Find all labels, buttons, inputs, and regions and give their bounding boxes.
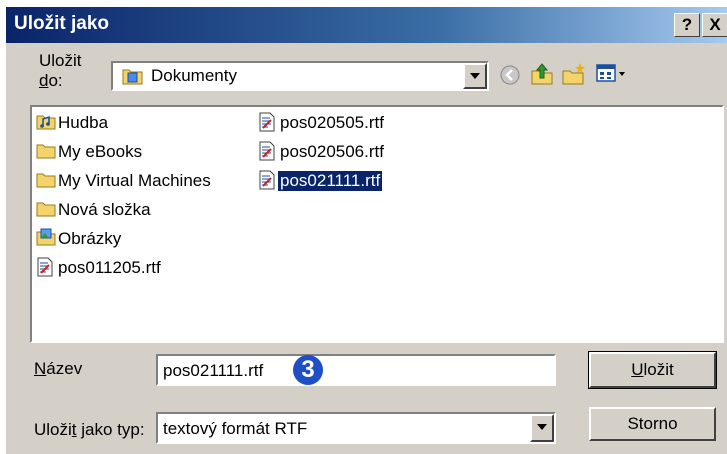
folder-icon [36,199,56,222]
location-label-line1: Uložit [39,51,82,70]
filetype-label: Uložit jako typ: [34,420,145,440]
step-3-badge: 3 [293,355,323,385]
filetype-label-pre: Uloži [34,420,72,439]
location-label-line2: do: [39,71,82,91]
filename-label-hotkey: N [34,359,47,378]
save-button-hotkey: U [631,360,644,379]
save-as-dialog: Uložit jako ? X Uložit do: Dokumenty Hud… [6,7,727,454]
location-label: Uložit do: [39,51,82,91]
file-name: pos021111.rtf [276,170,384,192]
rtf-file-icon [258,141,276,166]
new-folder-icon[interactable] [561,62,587,86]
file-list[interactable]: Hudba My eBooks My Virtual Machines Nová sl… [30,105,724,343]
view-menu-icon[interactable] [596,62,628,86]
back-icon[interactable] [499,64,521,86]
rtf-file-icon [36,257,54,282]
pictures-folder-icon [36,228,56,251]
filetype-label-post: jako typ: [76,420,145,439]
music-folder-icon [36,112,56,135]
file-name: Hudba [58,113,109,132]
filename-input[interactable]: pos021111.rtf [156,354,556,386]
location-dropdown-button[interactable] [463,63,487,89]
filename-label-rest: ázev [46,359,83,378]
rtf-file-icon [258,170,276,195]
file-name: My eBooks [58,142,143,161]
rtf-file-icon [258,112,276,137]
dialog-title: Uložit jako [14,13,110,34]
save-button[interactable]: Uložit [588,351,717,389]
title-bar: Uložit jako ? X [6,7,727,43]
file-name: My Virtual Machines [58,171,211,190]
cancel-button[interactable]: Storno [589,407,716,441]
file-name: pos020505.rtf [280,113,384,132]
folder-icon [36,141,56,164]
filename-value: pos021111.rtf [163,361,264,380]
filename-label: Název [34,359,82,379]
file-name: pos020506.rtf [280,142,384,161]
filetype-value: textový formát RTF [163,419,308,438]
save-button-label: ložit [643,360,674,379]
filetype-dropdown-button[interactable] [530,414,554,442]
file-name: Nová složka [58,200,151,219]
location-value: Dokumenty [151,66,237,85]
my-documents-folder-icon [122,69,143,85]
up-folder-icon[interactable] [530,62,554,86]
location-combobox[interactable]: Dokumenty [111,61,489,91]
folder-icon [36,170,56,193]
help-button[interactable]: ? [674,13,700,37]
file-name: pos011205.rtf [58,258,161,277]
close-button[interactable]: X [702,13,727,37]
filetype-combobox[interactable]: textový formát RTF [156,412,556,444]
file-name: Obrázky [58,229,122,248]
location-label-rest: o: [48,71,63,90]
